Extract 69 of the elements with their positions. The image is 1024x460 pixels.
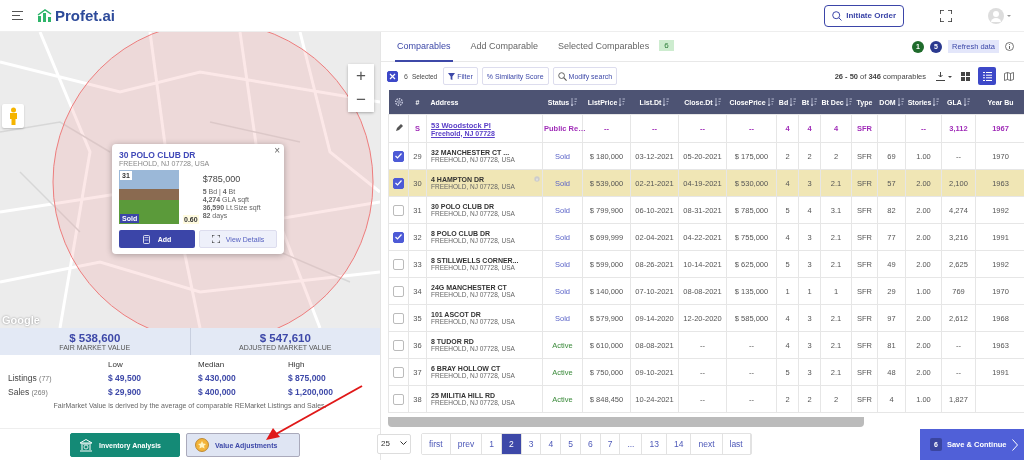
sort-icon[interactable] (663, 98, 670, 106)
row-checkbox[interactable] (393, 231, 404, 243)
price-value: $ 430,000 (198, 373, 237, 383)
page-size-select[interactable]: 25 (377, 433, 411, 454)
zoom-out-button[interactable]: − (348, 88, 374, 112)
sort-icon[interactable] (790, 98, 797, 106)
edit-icon[interactable] (394, 123, 403, 132)
filter-icon (448, 72, 456, 80)
tab[interactable]: Selected Comparables 6 (556, 31, 676, 62)
price-value: $ 400,000 (198, 387, 237, 397)
list-view-button[interactable] (978, 67, 996, 85)
page-button[interactable]: 2 (502, 433, 522, 454)
row-checkbox[interactable] (393, 150, 404, 162)
column-header: Low (108, 360, 124, 369)
price-value: $ 1,200,000 (288, 387, 334, 397)
fullscreen-icon[interactable] (940, 9, 952, 22)
sort-icon[interactable] (897, 98, 904, 106)
count-badge: 6 (659, 40, 674, 51)
row-checkbox[interactable] (393, 177, 404, 189)
logo-text: Profet.ai (55, 7, 115, 24)
row-label: Listings (8, 373, 37, 383)
tab[interactable]: Comparables (395, 31, 453, 62)
search-icon (557, 71, 567, 81)
initiate-order-button[interactable]: Initiate Order (824, 4, 904, 27)
sort-icon[interactable] (963, 98, 970, 106)
zoom-in-button[interactable]: + (348, 64, 374, 88)
deselect-checkbox[interactable] (387, 70, 398, 82)
sort-icon[interactable] (767, 98, 774, 106)
sort-icon[interactable] (619, 98, 626, 106)
sort-icon[interactable] (571, 98, 578, 106)
map-icon (1004, 71, 1014, 81)
row-checkbox[interactable] (393, 312, 404, 324)
column-header: High (288, 360, 306, 369)
scrollbar-thumb[interactable] (388, 417, 864, 427)
tab[interactable]: Add Comparable (468, 31, 541, 62)
chevron-icon (1011, 438, 1018, 451)
market-value: $ 538,600 (69, 332, 121, 344)
row-checkbox[interactable] (393, 204, 404, 216)
sort-icon[interactable] (845, 98, 852, 106)
row-checkbox[interactable] (393, 258, 404, 270)
download-icon[interactable] (936, 71, 952, 81)
price-value: $ 875,000 (288, 373, 327, 383)
menu-icon[interactable] (12, 11, 23, 20)
price-value: $ 29,900 (108, 387, 143, 397)
price-value: $ 49,500 (108, 373, 143, 383)
row-checkbox[interactable] (393, 285, 404, 297)
caret-icon (400, 441, 407, 446)
popup-price: $785,000 (202, 174, 242, 184)
close-button[interactable]: × (274, 145, 280, 156)
expand-icon (211, 235, 220, 243)
grid-icon (960, 71, 970, 81)
info-icon[interactable] (1005, 42, 1014, 51)
row-label: Sales (8, 387, 30, 397)
star-medal-icon (195, 438, 209, 452)
settings-icon[interactable] (393, 96, 404, 107)
search-icon (832, 10, 843, 21)
list-icon (982, 71, 992, 81)
row-checkbox[interactable] (393, 339, 404, 351)
row-checkbox[interactable] (393, 393, 404, 405)
sort-icon[interactable] (811, 98, 818, 106)
logo-icon (37, 9, 53, 22)
document-icon (142, 234, 150, 244)
column-header: Median (198, 360, 226, 369)
market-value: $ 547,610 (259, 332, 311, 344)
sort-icon[interactable] (714, 98, 721, 106)
sort-icon[interactable] (933, 98, 940, 106)
bank-icon (79, 438, 93, 452)
page-button[interactable]: first (422, 433, 451, 454)
row-checkbox[interactable] (393, 366, 404, 378)
